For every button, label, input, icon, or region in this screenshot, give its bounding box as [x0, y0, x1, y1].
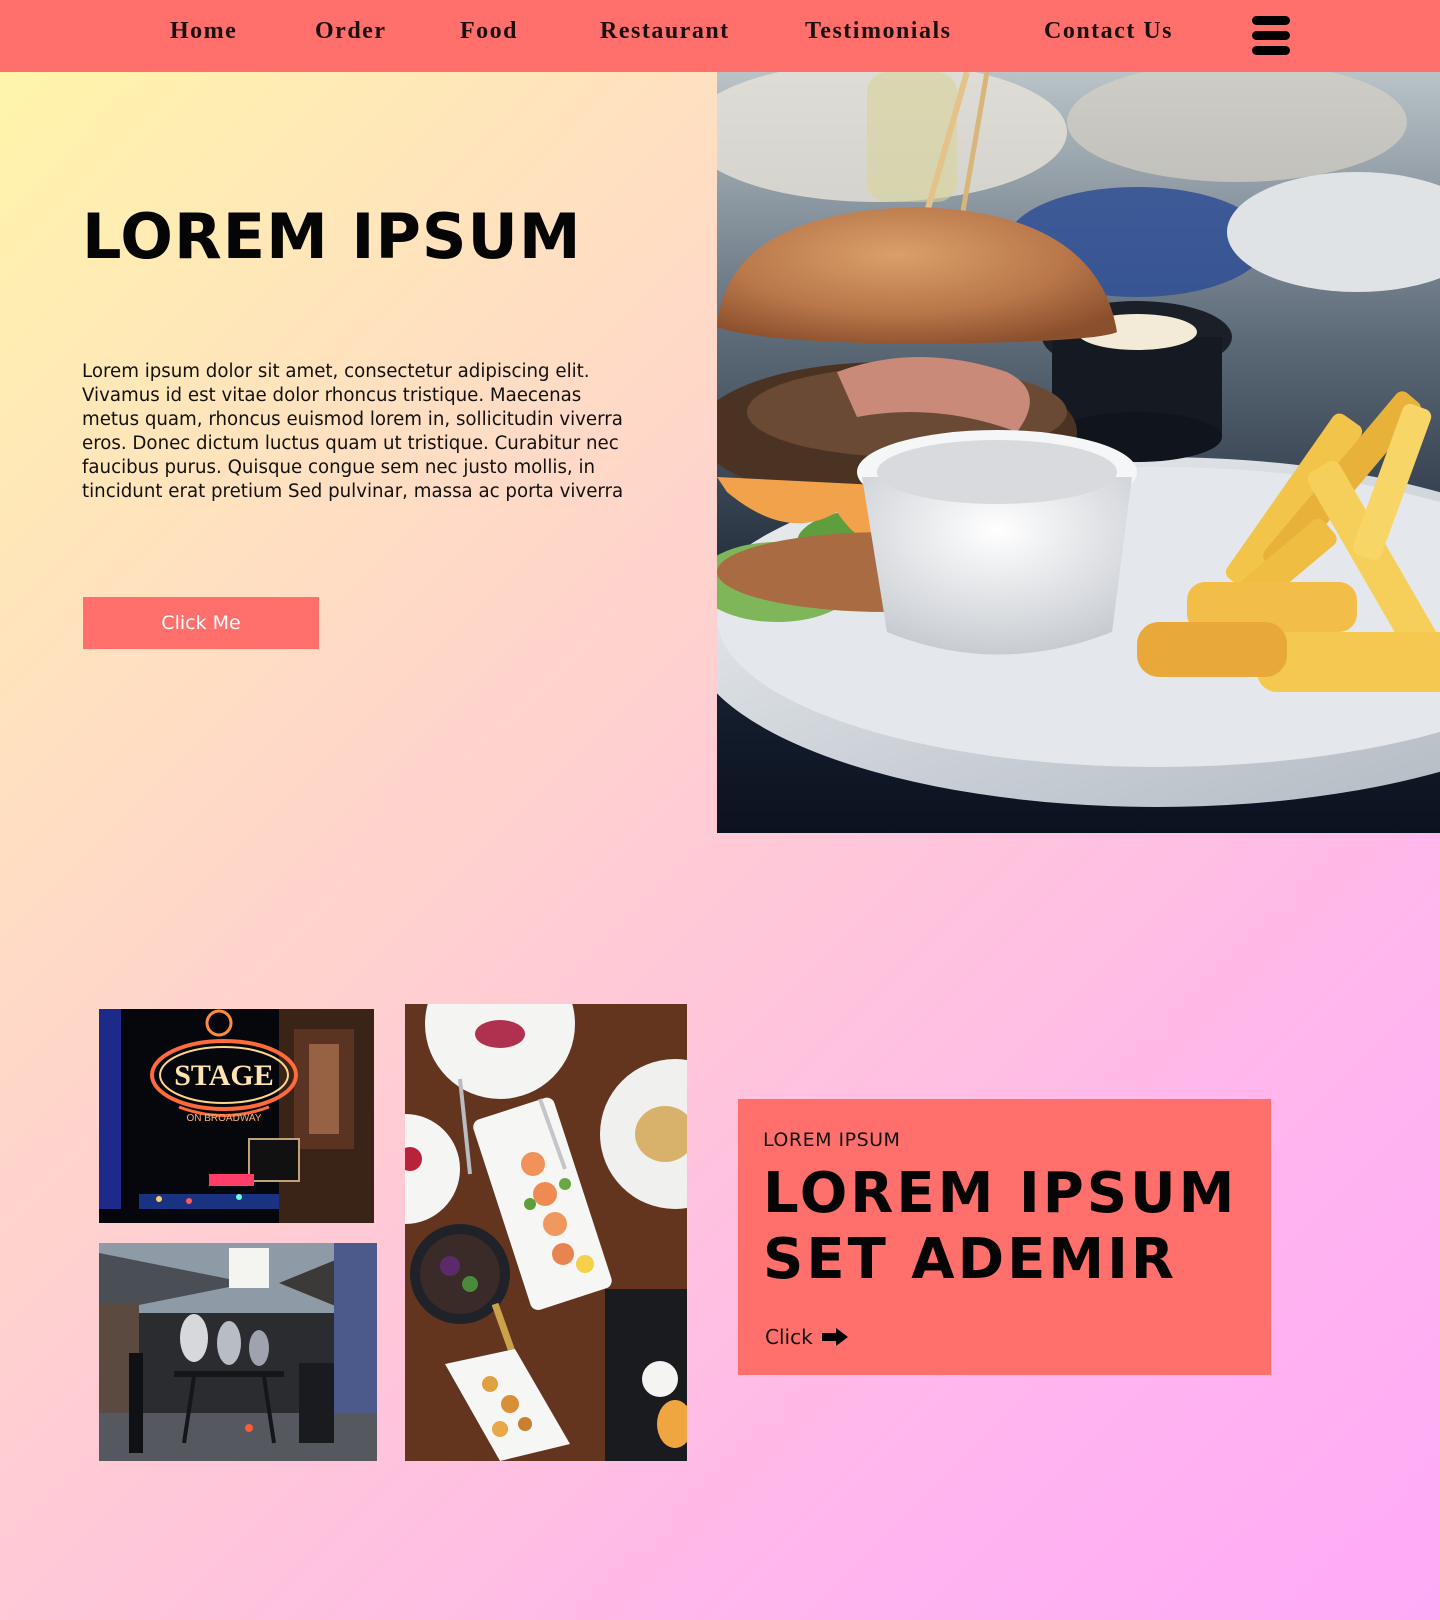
- hero-description: Lorem ipsum dolor sit amet, consectetur …: [82, 361, 624, 502]
- promo-eyebrow: LOREM IPSUM: [763, 1129, 901, 1151]
- food-table-illustration: [405, 1004, 687, 1461]
- burger-fries-illustration: [717, 72, 1440, 833]
- nav-item-contact-us[interactable]: Contact Us: [1044, 18, 1173, 45]
- nav-item-testimonials[interactable]: Testimonials: [805, 18, 951, 45]
- gallery-street-cafe-image: [99, 1243, 377, 1461]
- arrow-right-icon: [821, 1328, 848, 1346]
- gallery-neon-stage-image: STAGE ON BROADWAY: [99, 1009, 374, 1223]
- hamburger-bar: [1252, 31, 1290, 40]
- nav-item-restaurant[interactable]: Restaurant: [600, 18, 730, 45]
- promo-heading: LOREM IPSUM SET ADEMIR: [763, 1161, 1237, 1293]
- promo-link-label: Click: [765, 1325, 813, 1349]
- top-navbar: Home Order Food Restaurant Testimonials …: [0, 0, 1440, 72]
- hero-title: LOREM IPSUM: [82, 200, 582, 273]
- hero-burger-image: [717, 72, 1440, 833]
- neon-sign-text: STAGE: [174, 1059, 273, 1092]
- promo-click-link[interactable]: Click: [765, 1325, 849, 1349]
- gallery-food-table-image: [405, 1004, 687, 1461]
- nav-item-home[interactable]: Home: [170, 18, 237, 45]
- neon-sign-illustration: STAGE ON BROADWAY: [99, 1009, 374, 1223]
- nav-item-order[interactable]: Order: [315, 18, 386, 45]
- neon-sign-subtext: ON BROADWAY: [186, 1113, 261, 1124]
- nav-item-food[interactable]: Food: [460, 18, 518, 45]
- promo-heading-line2: SET ADEMIR: [763, 1227, 1178, 1292]
- promo-card: LOREM IPSUM LOREM IPSUM SET ADEMIR Click: [738, 1099, 1271, 1375]
- hamburger-menu-icon[interactable]: [1252, 16, 1290, 56]
- hero-click-me-button[interactable]: Click Me: [83, 597, 319, 649]
- hamburger-bar: [1252, 16, 1290, 25]
- street-cafe-illustration: [99, 1243, 377, 1461]
- promo-heading-line1: LOREM IPSUM: [763, 1161, 1238, 1226]
- hamburger-bar: [1252, 46, 1290, 55]
